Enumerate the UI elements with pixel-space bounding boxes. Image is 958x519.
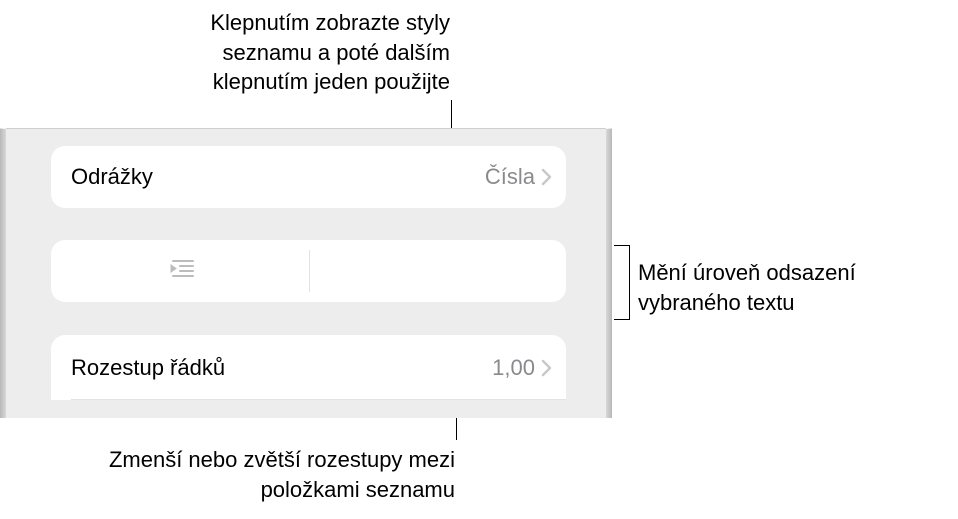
line-spacing-value: 1,00 [492, 355, 535, 381]
callout-list-styles: Klepnutím zobrazte styly seznamu a poté … [130, 8, 450, 97]
chevron-right-icon [541, 359, 552, 377]
panel-shadow-right [606, 128, 612, 418]
outdent-button[interactable] [51, 240, 309, 302]
indent-button[interactable] [309, 240, 567, 302]
line-spacing-label: Rozestup řádků [71, 355, 492, 381]
chevron-right-icon [541, 168, 552, 186]
callout-line-spacing: Zmenší nebo zvětší rozestupy mezi položk… [75, 445, 455, 504]
leader-bracket-right [614, 245, 630, 320]
line-spacing-row[interactable]: Rozestup řádků 1,00 [51, 335, 566, 400]
panel-shadow-left [0, 128, 6, 418]
indent-row [51, 240, 566, 302]
callout-indent-level: Mění úroveň odsazení vybraného textu [638, 258, 948, 317]
outdent-icon [163, 256, 197, 286]
bullets-row[interactable]: Odrážky Čísla [51, 146, 566, 208]
bullets-label: Odrážky [71, 164, 485, 190]
indent-icon [420, 256, 454, 286]
indent-segmented-control [51, 240, 566, 302]
bullets-value: Čísla [485, 164, 535, 190]
